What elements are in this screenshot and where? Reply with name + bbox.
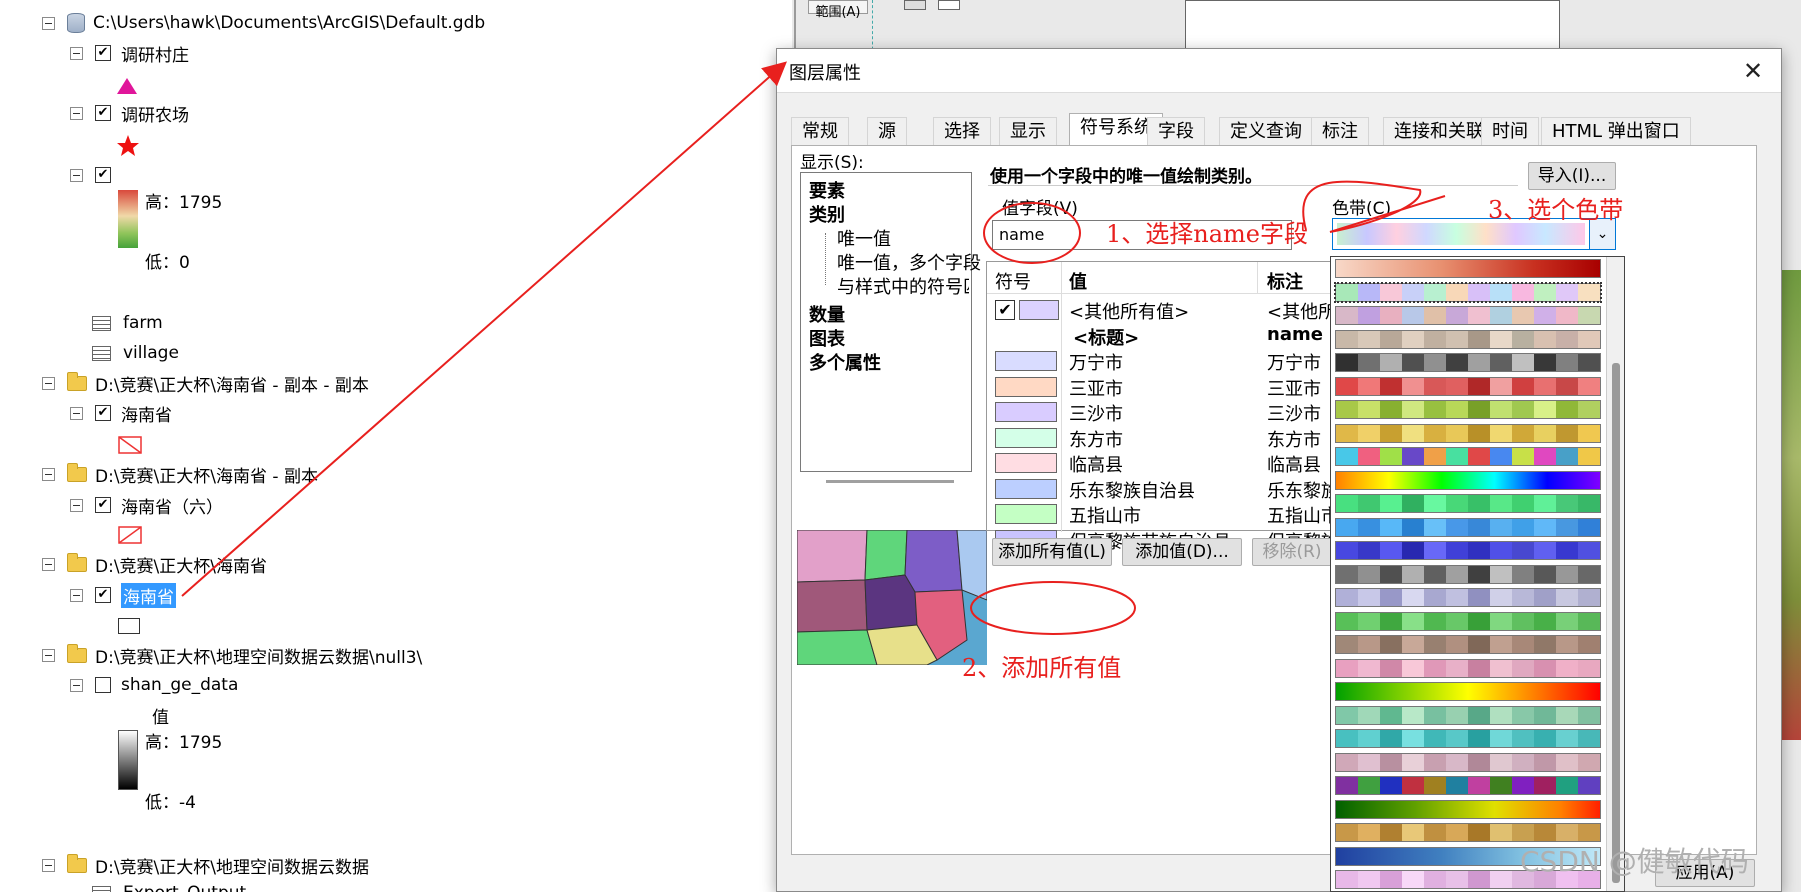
annotation-step3: 3、选个色带 — [1488, 196, 1624, 224]
annotation-circle-value-field — [983, 202, 1081, 264]
annotation-circle-add-all — [970, 581, 1136, 635]
annotation-arrow — [181, 61, 787, 597]
annotation-circle-color-ramp — [1302, 180, 1446, 233]
watermark: CSDN @健敏代码 — [1520, 845, 1749, 878]
annotation-overlay — [181, 61, 1446, 635]
annotation-step1: 1、选择name字段 — [1106, 220, 1308, 248]
annotation-step2: 2、添加所有值 — [962, 654, 1122, 682]
